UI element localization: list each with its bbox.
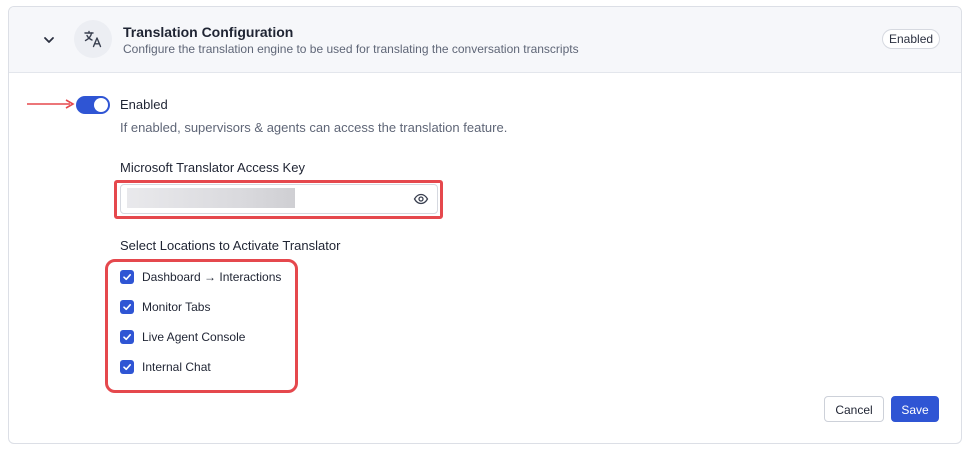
locations-label: Select Locations to Activate Translator bbox=[120, 238, 341, 253]
toggle-description: If enabled, supervisors & agents can acc… bbox=[120, 120, 508, 135]
annotation-arrow-icon bbox=[27, 99, 75, 109]
translate-icon bbox=[74, 20, 112, 58]
translation-config-card: Translation Configuration Configure the … bbox=[8, 6, 962, 444]
access-key-label: Microsoft Translator Access Key bbox=[120, 160, 305, 175]
enable-translation-toggle[interactable] bbox=[76, 96, 110, 114]
toggle-label: Enabled bbox=[120, 97, 168, 112]
page-title: Translation Configuration bbox=[123, 24, 294, 40]
cancel-button[interactable]: Cancel bbox=[824, 396, 884, 422]
save-button[interactable]: Save bbox=[891, 396, 939, 422]
status-badge: Enabled bbox=[882, 29, 941, 49]
access-key-highlight bbox=[114, 180, 443, 219]
toggle-knob bbox=[94, 98, 108, 112]
chevron-down-icon[interactable] bbox=[42, 33, 56, 47]
page-subtitle: Configure the translation engine to be u… bbox=[123, 42, 579, 56]
locations-highlight bbox=[105, 259, 298, 393]
card-header[interactable]: Translation Configuration Configure the … bbox=[9, 7, 961, 73]
